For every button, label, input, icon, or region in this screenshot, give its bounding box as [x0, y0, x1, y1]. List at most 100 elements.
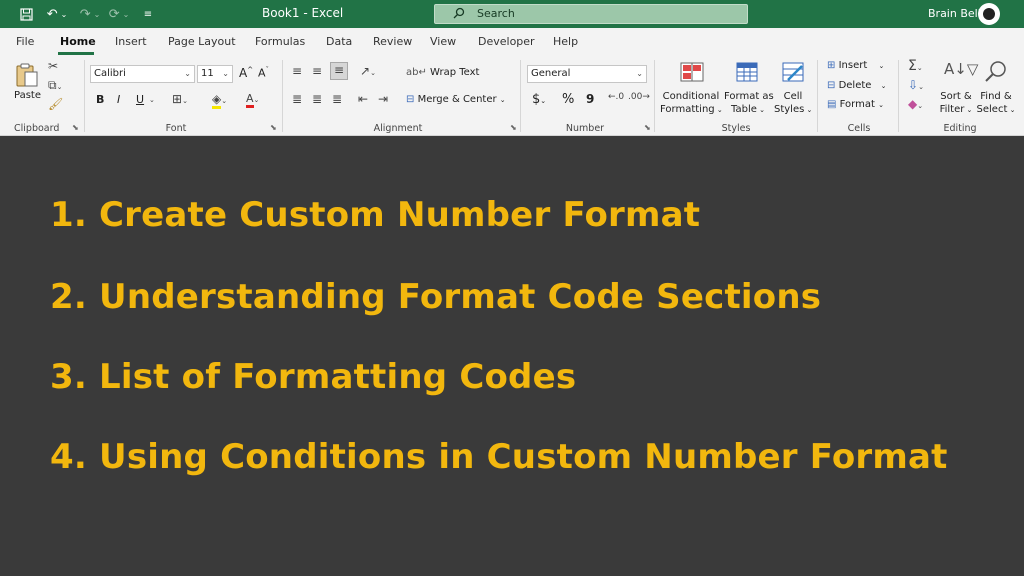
- cell-styles-icon: [782, 62, 804, 82]
- bold-button[interactable]: B: [96, 93, 104, 106]
- conditional-formatting-button[interactable]: Conditional Formatting ⌄: [660, 60, 723, 116]
- list-item: 3. List of Formatting Codes: [50, 357, 577, 397]
- chevron-down-icon: ⌄: [1007, 106, 1016, 114]
- merge-center-icon: ⊟: [406, 94, 415, 105]
- tab-review[interactable]: Review: [373, 35, 412, 48]
- font-family-select[interactable]: Calibri ⌄: [90, 65, 195, 83]
- search-input[interactable]: Search: [434, 4, 748, 24]
- sort-filter-button[interactable]: A↓▽ Sort & Filter ⌄: [938, 60, 979, 116]
- align-left-icon[interactable]: ≣: [292, 92, 302, 106]
- save-icon[interactable]: [16, 4, 36, 24]
- customize-toolbar-icon[interactable]: ≡: [140, 4, 156, 24]
- cell-styles-label-1: Cell: [783, 91, 803, 102]
- undo-icon[interactable]: ↶ ⌄: [42, 4, 72, 24]
- number-format-value: General: [531, 68, 571, 79]
- fill-icon[interactable]: ⇩⌄: [908, 78, 924, 92]
- decrease-decimal-icon[interactable]: .00→: [628, 92, 650, 102]
- ribbon-tabs: File Home Insert Page Layout Formulas Da…: [0, 28, 1024, 56]
- tab-data[interactable]: Data: [326, 35, 352, 48]
- font-color-icon[interactable]: A⌄: [246, 91, 259, 108]
- comma-style-button[interactable]: 9: [586, 92, 594, 106]
- italic-button[interactable]: I: [117, 93, 120, 106]
- align-right-icon[interactable]: ≣: [332, 92, 342, 106]
- number-group: General ⌄ $⌄ % 9 ←.0 .00→ Number ⬊: [522, 56, 654, 136]
- merge-center-button[interactable]: ⊟ Merge & Center ⌄: [406, 94, 506, 105]
- paste-button[interactable]: Paste: [12, 60, 42, 106]
- tab-page-layout[interactable]: Page Layout: [168, 35, 236, 48]
- top-align-icon[interactable]: ≡: [292, 64, 302, 78]
- tab-help[interactable]: Help: [553, 35, 578, 48]
- decrease-indent-icon[interactable]: ⇤: [358, 92, 368, 106]
- clipboard-launcher-icon[interactable]: ⬊: [72, 123, 79, 132]
- search-icon: [453, 6, 465, 24]
- find-icon: [985, 61, 1006, 82]
- copy-icon[interactable]: ⧉⌄: [48, 78, 62, 93]
- redo-icon[interactable]: ↷ ⌄: [78, 4, 102, 24]
- chevron-down-icon[interactable]: ⌄: [149, 96, 155, 104]
- tab-insert[interactable]: Insert: [115, 35, 147, 48]
- styles-label: Styles: [721, 123, 751, 134]
- number-label: Number: [565, 123, 605, 134]
- font-size-value: 11: [201, 68, 214, 79]
- avatar[interactable]: [978, 3, 1000, 25]
- autosum-icon[interactable]: Σ⌄: [908, 58, 923, 74]
- active-tab-indicator: [58, 52, 94, 55]
- tab-file[interactable]: File: [16, 35, 34, 48]
- user-name[interactable]: Brain Bell: [928, 7, 981, 20]
- window-title: Book1 - Excel: [262, 6, 344, 20]
- clipboard-label: Clipboard: [14, 123, 60, 134]
- currency-button[interactable]: $⌄: [532, 92, 546, 107]
- cells-group: ⊞ Insert ⌄ ⊟ Delete ⌄ ▤ Format ⌄ Cells: [819, 56, 897, 136]
- increase-decimal-icon[interactable]: ←.0: [608, 92, 624, 102]
- delete-cells-button[interactable]: ⊟ Delete ⌄: [827, 80, 887, 91]
- align-center-icon[interactable]: ≣: [312, 92, 322, 106]
- alignment-launcher-icon[interactable]: ⬊: [510, 123, 517, 132]
- format-as-table-icon: [736, 62, 758, 82]
- underline-button[interactable]: U: [136, 93, 144, 106]
- tab-view[interactable]: View: [430, 35, 456, 48]
- percent-button[interactable]: %: [562, 92, 574, 107]
- insert-cells-button[interactable]: ⊞ Insert ⌄: [827, 60, 884, 71]
- styles-group: Conditional Formatting ⌄ Format as Table…: [656, 56, 816, 136]
- chevron-down-icon: ⌄: [222, 69, 229, 78]
- orientation-icon[interactable]: ↗⌄: [360, 64, 376, 78]
- borders-icon[interactable]: ⊞⌄: [172, 92, 188, 106]
- touch-mode-icon[interactable]: ⟳ ⌄: [106, 4, 132, 24]
- font-launcher-icon[interactable]: ⬊: [270, 123, 277, 132]
- chevron-down-icon: ⌄: [964, 106, 973, 114]
- decrease-font-size-button[interactable]: Aˇ: [258, 66, 269, 80]
- font-size-select[interactable]: 11 ⌄: [197, 65, 233, 83]
- conditional-formatting-label-1: Conditional: [662, 91, 720, 102]
- number-launcher-icon[interactable]: ⬊: [644, 123, 651, 132]
- list-item: 2. Understanding Format Code Sections: [50, 277, 822, 317]
- tab-developer[interactable]: Developer: [478, 35, 535, 48]
- middle-align-icon[interactable]: ≡: [312, 64, 322, 78]
- number-format-select[interactable]: General ⌄: [527, 65, 647, 83]
- insert-cells-label: Insert: [838, 60, 868, 71]
- increase-indent-icon[interactable]: ⇥: [378, 92, 388, 106]
- divider: [654, 60, 655, 132]
- clear-icon[interactable]: ◆⌄: [908, 97, 923, 111]
- increase-font-size-button[interactable]: A^: [239, 66, 253, 80]
- fill-color-icon[interactable]: ◈⌄: [212, 92, 227, 109]
- cells-label: Cells: [847, 123, 871, 134]
- wrap-text-button[interactable]: ab↵ Wrap Text: [406, 67, 479, 78]
- editing-group: Σ⌄ ⇩⌄ ◆⌄ A↓▽ Sort & Filter ⌄ Find & Sele…: [900, 56, 1024, 136]
- format-painter-icon[interactable]: 🖌: [48, 97, 63, 111]
- alignment-group: ≡ ≡ ≡ ↗⌄ ≣ ≣ ≣ ⇤ ⇥ ab↵ Wrap Text ⊟ Merge…: [284, 56, 520, 136]
- cell-styles-button[interactable]: Cell Styles ⌄: [774, 60, 812, 116]
- tab-home[interactable]: Home: [60, 35, 96, 48]
- delete-cells-label: Delete: [838, 80, 872, 91]
- format-as-table-button[interactable]: Format as Table ⌄: [724, 60, 774, 116]
- merge-center-label: Merge & Center: [417, 94, 497, 105]
- chevron-down-icon: ⌄: [756, 106, 765, 114]
- insert-cells-icon: ⊞: [827, 60, 836, 71]
- bottom-align-icon[interactable]: ≡: [330, 62, 348, 80]
- find-select-button[interactable]: Find & Select ⌄: [976, 60, 1016, 116]
- font-label: Font: [165, 123, 187, 134]
- cut-icon[interactable]: ✂: [48, 59, 58, 73]
- format-cells-button[interactable]: ▤ Format ⌄: [827, 99, 884, 110]
- divider: [84, 60, 85, 132]
- find-select-label-2: Select: [976, 104, 1008, 115]
- tab-formulas[interactable]: Formulas: [255, 35, 305, 48]
